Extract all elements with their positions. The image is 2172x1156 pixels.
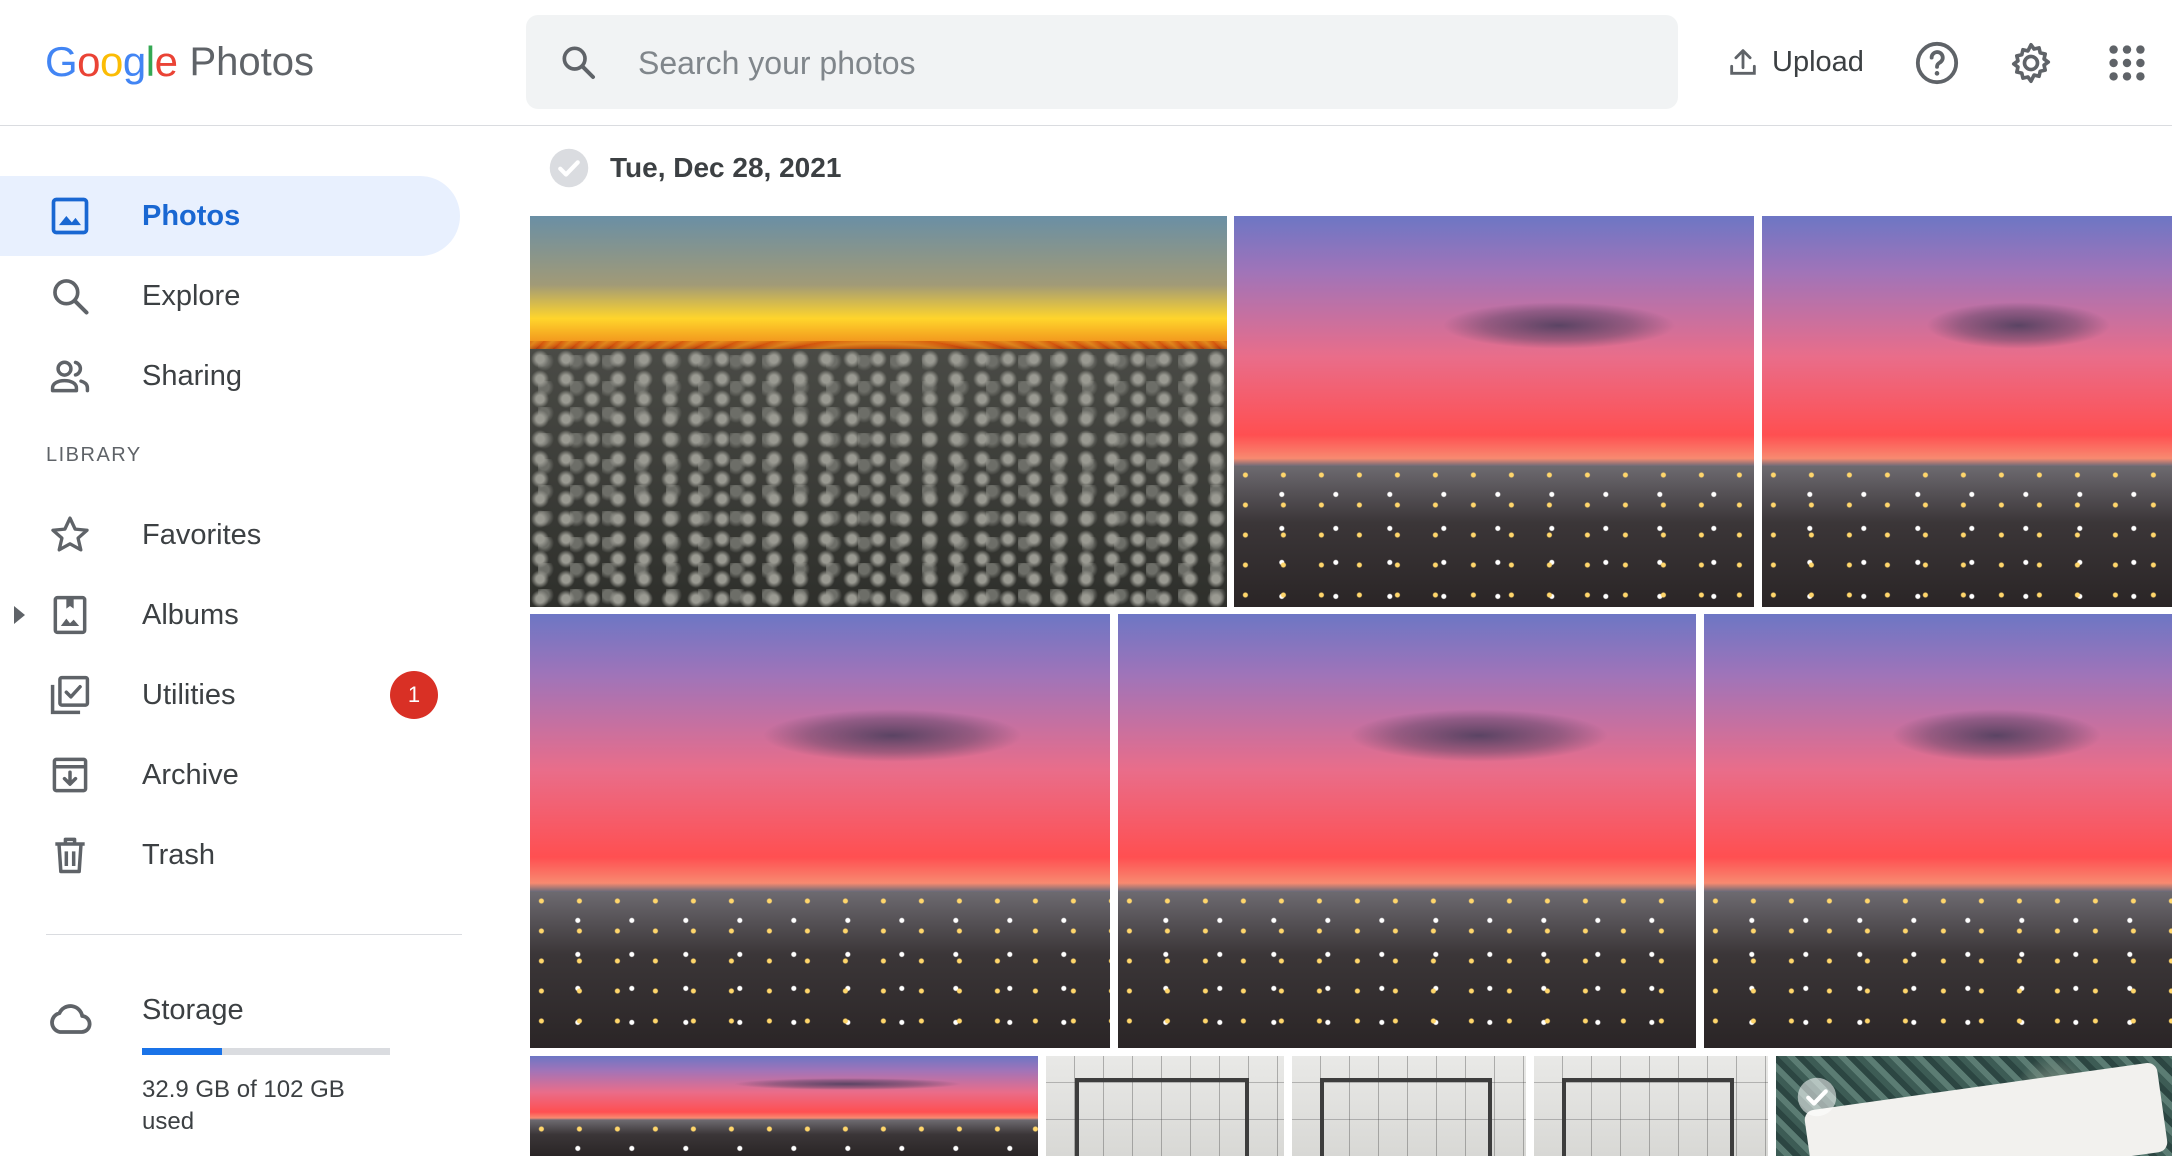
google-wordmark: Google xyxy=(45,38,178,86)
top-app-bar: Google Photos Upload xyxy=(0,0,2172,126)
star-icon xyxy=(51,516,89,552)
photo-thumbnail[interactable] xyxy=(1046,1056,1284,1156)
trash-icon xyxy=(55,837,85,874)
sidebar-item-explore[interactable]: Explore xyxy=(0,256,460,336)
sidebar-divider xyxy=(46,934,462,935)
album-icon xyxy=(53,595,87,635)
date-group-header: Tue, Dec 28, 2021 xyxy=(548,146,841,190)
storage-progress-fill xyxy=(142,1048,223,1055)
logo-letter: o xyxy=(100,38,123,85)
storage-usage-text: 32.9 GB of 102 GB used xyxy=(142,1076,345,1135)
help-icon[interactable] xyxy=(1914,40,1960,86)
storage-progress-bar xyxy=(142,1048,390,1055)
photo-thumbnail[interactable] xyxy=(1118,614,1696,1048)
photo-thumbnail[interactable] xyxy=(1776,1056,2172,1156)
logo-letter: l xyxy=(145,38,155,85)
sidebar-item-sharing[interactable]: Sharing xyxy=(0,336,460,416)
people-icon xyxy=(50,360,90,393)
search-icon xyxy=(53,279,89,315)
logo-letter: g xyxy=(122,38,146,85)
photo-thumbnail[interactable] xyxy=(1704,614,2172,1048)
select-check-icon[interactable] xyxy=(1796,1076,1838,1118)
photo-thumbnail[interactable] xyxy=(1292,1056,1526,1156)
sidebar-item-archive[interactable]: Archive xyxy=(0,735,460,815)
sidebar-item-label: Favorites xyxy=(142,518,262,551)
sidebar-item-label: Albums xyxy=(142,598,239,631)
sidebar-item-label: Photos xyxy=(142,199,241,232)
select-all-check-icon[interactable] xyxy=(548,147,590,189)
date-heading: Tue, Dec 28, 2021 xyxy=(610,152,842,183)
sidebar-item-favorites[interactable]: Favorites xyxy=(0,495,460,575)
storage-link[interactable]: Storage xyxy=(142,994,244,1027)
navigation-sidebar: Photos Explore Sharing LIBRARY Favorites… xyxy=(0,126,470,1156)
search-icon[interactable] xyxy=(558,42,598,82)
apps-grid-icon[interactable] xyxy=(2104,40,2150,86)
sidebar-item-photos[interactable]: Photos xyxy=(0,176,460,256)
upload-label: Upload xyxy=(1772,45,1864,78)
sidebar-item-label: Trash xyxy=(142,838,216,871)
sidebar-item-albums[interactable]: Albums xyxy=(0,575,460,655)
cloud-icon xyxy=(50,1004,92,1034)
photo-icon xyxy=(51,197,89,235)
product-name: Photos xyxy=(189,39,314,84)
sidebar-item-trash[interactable]: Trash xyxy=(0,815,460,895)
sidebar-item-label: Utilities xyxy=(142,678,236,711)
expand-arrow-icon[interactable] xyxy=(14,606,25,624)
logo-letter: o xyxy=(77,38,101,85)
utilities-icon xyxy=(50,675,90,715)
sidebar-item-label: Sharing xyxy=(142,359,242,392)
photo-thumbnail[interactable] xyxy=(530,1056,1038,1156)
photo-thumbnail[interactable] xyxy=(530,614,1110,1048)
google-photos-logo[interactable]: Google Photos xyxy=(45,32,314,92)
settings-gear-icon[interactable] xyxy=(2008,40,2054,86)
upload-button[interactable]: Upload xyxy=(1720,30,1870,94)
photo-thumbnail[interactable] xyxy=(1762,216,2172,607)
photo-thumbnail[interactable] xyxy=(1534,1056,1768,1156)
sidebar-item-label: Explore xyxy=(142,279,241,312)
library-section-heading: LIBRARY xyxy=(46,444,142,466)
logo-letter: e xyxy=(154,38,178,85)
photo-thumbnail[interactable] xyxy=(530,216,1227,607)
search-bar[interactable] xyxy=(526,15,1678,111)
archive-icon xyxy=(52,757,88,793)
photo-thumbnail[interactable] xyxy=(1234,216,1754,607)
upload-icon xyxy=(1730,49,1756,75)
logo-letter: G xyxy=(45,38,78,85)
search-input[interactable] xyxy=(636,15,1640,111)
sidebar-item-utilities[interactable]: Utilities 1 xyxy=(0,655,460,735)
notification-badge: 1 xyxy=(390,671,438,719)
sidebar-item-label: Archive xyxy=(142,758,239,791)
